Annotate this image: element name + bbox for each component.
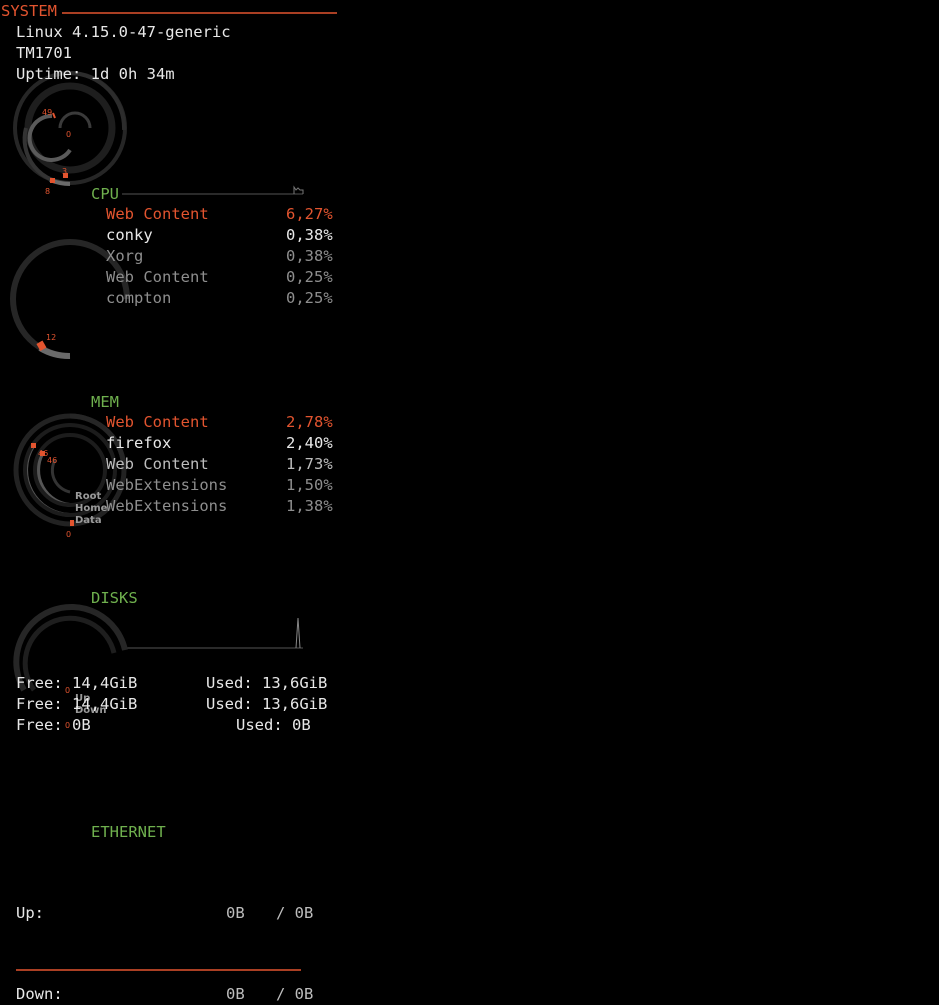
cpu-process-name: Xorg bbox=[106, 247, 144, 265]
cpu-graph-spike bbox=[293, 185, 304, 194]
kernel-version: Linux 4.15.0-47-generic bbox=[16, 23, 231, 41]
partition-label-home: Home bbox=[75, 503, 108, 514]
ethernet-up-label: Up: bbox=[16, 904, 44, 922]
mem-process-name: WebExtensions bbox=[106, 476, 228, 494]
mem-gauge-label-2: 46 bbox=[47, 456, 58, 465]
system-gauge bbox=[13, 71, 127, 186]
mem-process-value: 2,78% bbox=[286, 413, 333, 431]
mem-process-value: 1,50% bbox=[286, 476, 333, 494]
disk-used: Used: 13,6GiB bbox=[206, 695, 328, 713]
mem-gauge-label-3: 0 bbox=[66, 530, 72, 539]
ethernet-up-total: / 0B bbox=[276, 904, 314, 922]
ethernet-section-title: ETHERNET bbox=[91, 823, 166, 841]
disk-free: Free: 14,4GiB bbox=[16, 695, 138, 713]
system-gauge-label-2: 0 bbox=[66, 130, 72, 139]
cpu-process-name: conky bbox=[106, 226, 153, 244]
mem-process-value: 1,38% bbox=[286, 497, 333, 515]
hostname: TM1701 bbox=[16, 44, 72, 62]
ethernet-down-total: / 0B bbox=[276, 985, 314, 1003]
ethernet-down-value: 0B bbox=[226, 985, 245, 1003]
disks-section-title: DISKS bbox=[91, 589, 138, 607]
system-gauge-label-4: 8 bbox=[45, 187, 51, 196]
system-gauge-label-3: 3 bbox=[62, 167, 68, 176]
cpu-gauge-label: 12 bbox=[46, 333, 57, 342]
mem-process-name: Web Content bbox=[106, 413, 209, 431]
uptime: Uptime: 1d 0h 34m bbox=[16, 65, 175, 83]
ethernet-up-value: 0B bbox=[226, 904, 245, 922]
partition-label-data: Data bbox=[75, 515, 102, 526]
cpu-process-value: 0,25% bbox=[286, 268, 333, 286]
cpu-process-name: Web Content bbox=[106, 205, 209, 223]
ethernet-down-label: Down: bbox=[16, 985, 63, 1003]
mem-process-name: WebExtensions bbox=[106, 497, 228, 515]
cpu-process-value: 0,38% bbox=[286, 247, 333, 265]
system-gauge-label-1: 49 bbox=[42, 108, 53, 117]
mem-process-value: 2,40% bbox=[286, 434, 333, 452]
disk-free: Free: 14,4GiB bbox=[16, 674, 138, 692]
mem-section-title: MEM bbox=[91, 393, 119, 411]
disk-used: Used: 13,6GiB bbox=[206, 674, 328, 692]
disks-graph-spike bbox=[295, 617, 301, 649]
mem-process-name: firefox bbox=[106, 434, 172, 452]
disk-used: Used: 0B bbox=[236, 716, 311, 734]
cpu-process-value: 6,27% bbox=[286, 205, 333, 223]
mem-process-value: 1,73% bbox=[286, 455, 333, 473]
cpu-process-name: compton bbox=[106, 289, 172, 307]
system-title: SYSTEM bbox=[1, 2, 57, 20]
cpu-section-title: CPU bbox=[91, 185, 119, 203]
disk-free: Free: 0B bbox=[16, 716, 91, 734]
cpu-process-value: 0,38% bbox=[286, 226, 333, 244]
cpu-process-value: 0,25% bbox=[286, 289, 333, 307]
partition-label-root: Root bbox=[75, 491, 102, 502]
cpu-process-name: Web Content bbox=[106, 268, 209, 286]
mem-process-name: Web Content bbox=[106, 455, 209, 473]
